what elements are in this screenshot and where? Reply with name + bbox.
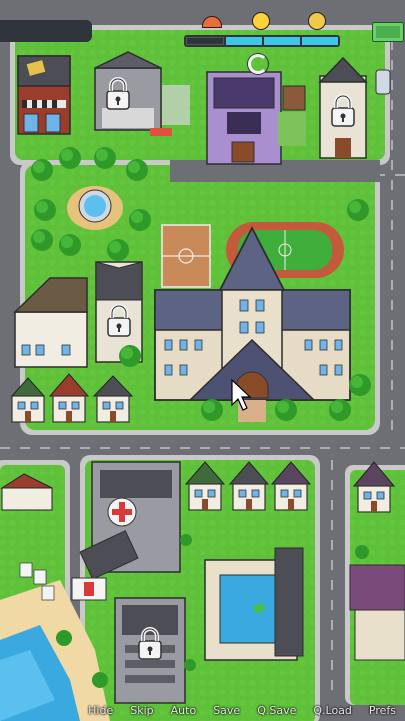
sunset-icon — [202, 16, 222, 28]
pool-building[interactable] — [205, 548, 303, 660]
locked-building-townhouse[interactable] — [96, 262, 142, 362]
hide-button[interactable]: Hide — [80, 704, 122, 717]
skip-button[interactable]: Skip — [122, 704, 162, 717]
qload-button[interactable]: Q.Load — [305, 704, 361, 717]
prefs-button[interactable]: Prefs — [361, 704, 405, 717]
locked-building-grey-house[interactable] — [95, 52, 161, 130]
moon-icon — [308, 12, 326, 30]
quick-menu: Hide Skip Auto Save Q.Save Q.Load Prefs — [0, 699, 405, 721]
locked-building-office[interactable] — [115, 598, 185, 703]
school-building[interactable] — [155, 228, 350, 422]
money-icon[interactable] — [372, 22, 404, 42]
hospital-building[interactable] — [92, 462, 180, 572]
save-button[interactable]: Save — [205, 704, 249, 717]
tree-icon — [336, 22, 358, 46]
top-left-hud-bar — [0, 20, 92, 42]
purple-mansion[interactable] — [207, 72, 281, 164]
auto-button[interactable]: Auto — [163, 704, 206, 717]
shop-building[interactable] — [18, 56, 70, 134]
energy-segment — [186, 37, 224, 45]
energy-segment — [302, 37, 338, 45]
locked-building-chapel[interactable] — [320, 58, 366, 158]
refresh-icon[interactable] — [248, 54, 268, 74]
sun-icon — [252, 12, 270, 30]
energy-segment — [226, 37, 262, 45]
energy-bar — [184, 35, 340, 47]
time-of-day-indicator — [184, 12, 340, 50]
energy-segment — [264, 37, 300, 45]
town-map: Hide Skip Auto Save Q.Save Q.Load Prefs — [0, 0, 405, 721]
qsave-button[interactable]: Q.Save — [249, 704, 305, 717]
